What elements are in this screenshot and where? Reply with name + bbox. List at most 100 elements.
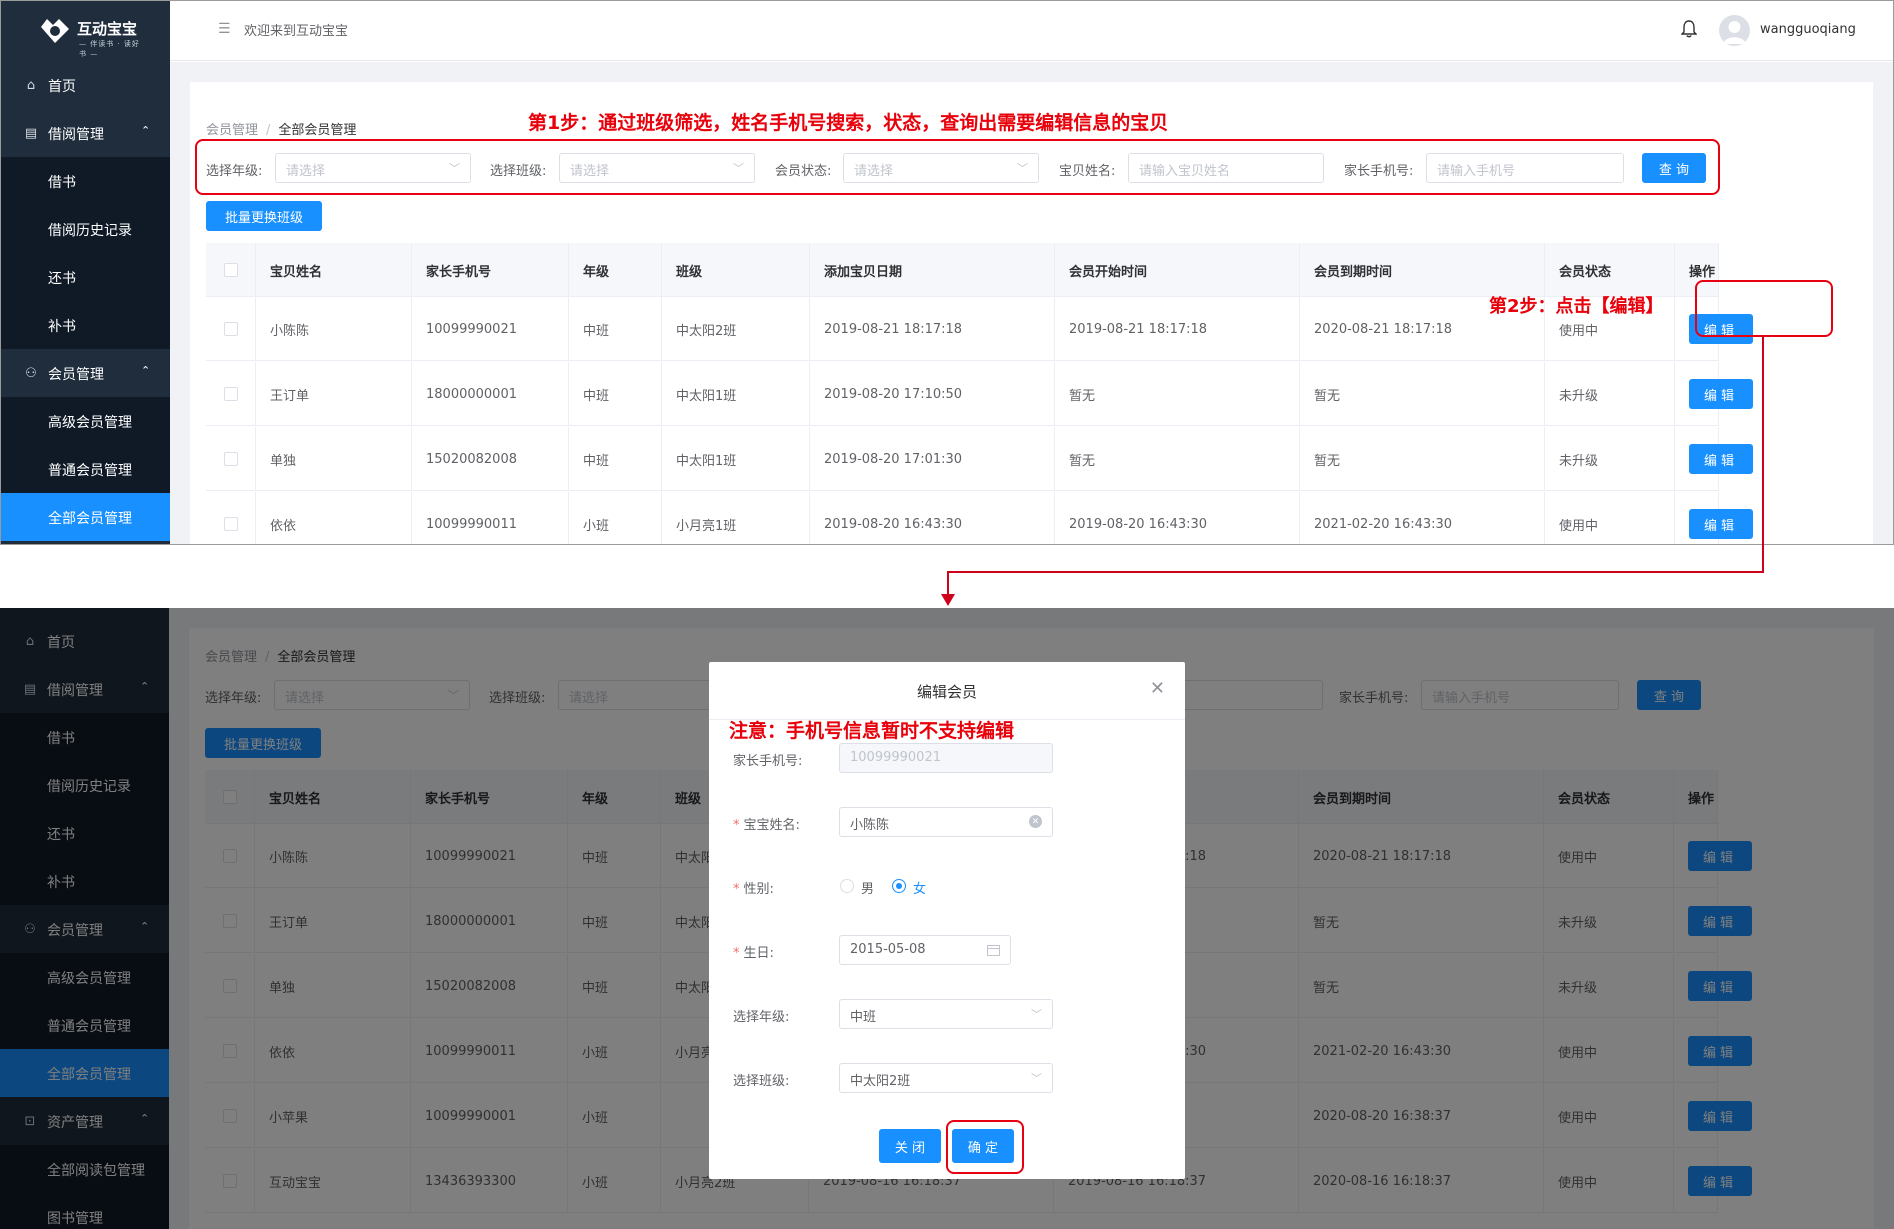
birthday-label: * 生日: — [733, 946, 774, 961]
close-icon[interactable]: ✕ — [1150, 678, 1165, 699]
table-cell: 小班 — [569, 492, 662, 544]
sidebar-item-label: 高级会员管理 — [48, 415, 132, 431]
welcome-text: 欢迎来到互动宝宝 — [244, 24, 349, 39]
sidebar: 互动宝宝 — 伴读书 · 读好书 — ⌂ 首页 ▤ 借阅管理 ⌃ 借书借阅历史记录 还书补书… — [1, 1, 170, 544]
connector-line-horizontal — [947, 571, 1764, 573]
checkbox[interactable] — [223, 517, 238, 531]
dialog-title: 编辑会员 — [916, 683, 977, 701]
sidebar-item[interactable]: ▤ 借阅管理 ⌃ — [1, 109, 170, 157]
column-header: 会员状态 — [1545, 243, 1675, 297]
checkbox[interactable] — [223, 263, 238, 277]
column-header: 班级 — [662, 243, 810, 297]
step2-highlight-box — [1695, 280, 1833, 337]
sidebar-item[interactable]: 还书 — [1, 253, 170, 301]
top-header: ☰ 欢迎来到互动宝宝 wangguoqiang — [170, 1, 1893, 61]
table-cell: 15020082008 — [412, 427, 569, 491]
row-checkbox-cell[interactable] — [206, 297, 256, 361]
phone-label: 家长手机号: — [733, 754, 803, 769]
phone-field-disabled: 10099990021 — [839, 743, 1053, 773]
breadcrumb-current: 全部会员管理 — [278, 123, 357, 138]
table-cell: 小陈陈 — [256, 297, 412, 361]
column-header: 会员开始时间 — [1055, 243, 1300, 297]
logo-text: 互动宝宝 — [77, 20, 138, 38]
sidebar-item[interactable]: 借书 — [1, 157, 170, 205]
table-cell: 王订单 — [256, 362, 412, 426]
class-select[interactable]: 中太阳2班 ﹀ — [839, 1063, 1053, 1093]
gender-male-radio[interactable] — [840, 879, 854, 893]
table-cell: 2021-02-20 16:43:30 — [1300, 492, 1545, 544]
name-label: * 宝宝姓名: — [733, 818, 800, 833]
sidebar-item[interactable]: 补书 — [1, 301, 170, 349]
checkbox[interactable] — [223, 452, 238, 466]
table-row: 依依10099990011小班小月亮1班2019-08-20 16:43:302… — [206, 492, 1753, 544]
edit-button[interactable]: 编辑 — [1689, 444, 1753, 474]
sidebar-item[interactable]: ⌂ 首页 — [1, 61, 170, 109]
table-cell: 中班 — [569, 427, 662, 491]
menu-toggle-icon[interactable]: ☰ — [218, 21, 231, 37]
gender-female-label[interactable]: 女 — [913, 878, 926, 897]
table-cell: 中班 — [569, 297, 662, 361]
batch-change-class-button[interactable]: 批量更换班级 — [206, 201, 322, 231]
logo-mark-icon — [41, 19, 69, 43]
table-cell: 使用中 — [1545, 492, 1675, 544]
grade-select[interactable]: 中班 ﹀ — [839, 999, 1053, 1029]
birthday-date-picker[interactable]: 2015-05-08 — [839, 935, 1011, 965]
member-table: 宝贝姓名家长手机号年级班级添加宝贝日期会员开始时间会员到期时间会员状态操作小陈陈… — [206, 243, 1753, 544]
sidebar-item-label: 借阅管理 — [48, 127, 104, 143]
table-cell: 2019-08-20 17:10:50 — [810, 362, 1055, 426]
table-cell: 2019-08-20 16:43:30 — [810, 492, 1055, 544]
close-button[interactable]: 关 闭 — [879, 1129, 941, 1163]
chevron-down-icon: ﹀ — [1031, 1008, 1042, 1021]
bottom-screenshot: ⌂首页▤借阅管理⌃借书借阅历史记录还书补书⚇会员管理⌃高级会员管理普通会员管理全… — [0, 608, 1894, 1229]
column-header: 家长手机号 — [412, 243, 569, 297]
table-cell: 暂无 — [1055, 362, 1300, 426]
sidebar-item[interactable]: 普通会员管理 — [1, 445, 170, 493]
logo-subtitle: — 伴读书 · 读好书 — — [79, 40, 140, 58]
table-row: 单独15020082008中班中太阳1班2019-08-20 17:01:30暂… — [206, 427, 1753, 491]
sidebar-item-label: 会员管理 — [48, 367, 104, 383]
step2-annotation: 第2步：点击【编辑】 — [1489, 296, 1664, 317]
table-cell: 未升级 — [1545, 427, 1675, 491]
breadcrumb-parent[interactable]: 会员管理 — [206, 123, 258, 138]
row-checkbox-cell[interactable] — [206, 362, 256, 426]
table-cell: 暂无 — [1300, 427, 1545, 491]
clear-icon[interactable]: ✕ — [1029, 815, 1042, 828]
row-checkbox-cell[interactable] — [206, 427, 256, 491]
bell-icon[interactable] — [1681, 20, 1697, 38]
baby-name-field[interactable]: 小陈陈 ✕ — [839, 807, 1053, 837]
sidebar-item[interactable]: 全部会员管理 — [1, 493, 170, 541]
home-icon: ⌂ — [26, 77, 36, 93]
table-cell: 依依 — [256, 492, 412, 544]
sidebar-item-label: 借阅历史记录 — [48, 223, 132, 239]
book-icon: ▤ — [24, 125, 38, 141]
column-header: 添加宝贝日期 — [810, 243, 1055, 297]
sidebar-item[interactable]: ⚇ 会员管理 ⌃ — [1, 349, 170, 397]
arrow-down-icon — [941, 594, 955, 606]
table-cell: 2019-08-21 18:17:18 — [1055, 297, 1300, 361]
main-content: 会员管理 / 全部会员管理 第1步：通过班级筛选，姓名手机号搜索，状态，查询出需要编… — [170, 62, 1893, 544]
sidebar-item-label: 还书 — [48, 271, 76, 287]
checkbox[interactable] — [223, 322, 238, 336]
table-cell: 10099990011 — [412, 492, 569, 544]
row-checkbox-cell[interactable] — [206, 492, 256, 544]
table-cell: 2019-08-20 16:43:30 — [1055, 492, 1300, 544]
gender-female-radio[interactable] — [892, 879, 906, 893]
username[interactable]: wangguoqiang — [1760, 22, 1856, 37]
chevron-up-icon: ⌃ — [141, 124, 151, 137]
avatar[interactable] — [1719, 15, 1750, 46]
column-header: 会员到期时间 — [1300, 243, 1545, 297]
sidebar-item[interactable]: 高级会员管理 — [1, 397, 170, 445]
table-cell: 未升级 — [1545, 362, 1675, 426]
edit-member-dialog: 编辑会员 ✕ 注意：手机号信息暂时不支持编辑 家长手机号: 1009999002… — [709, 662, 1185, 1179]
sidebar-item[interactable]: 借阅历史记录 — [1, 205, 170, 253]
edit-button[interactable]: 编辑 — [1689, 509, 1753, 539]
select-all-checkbox-cell[interactable] — [206, 243, 256, 297]
sidebar-item-label: 全部会员管理 — [48, 511, 132, 527]
checkbox[interactable] — [223, 387, 238, 401]
top-screenshot: 互动宝宝 — 伴读书 · 读好书 — ⌂ 首页 ▤ 借阅管理 ⌃ 借书借阅历史记录 还书补书… — [0, 0, 1894, 545]
sidebar-item-label: 借书 — [48, 175, 76, 191]
edit-button[interactable]: 编辑 — [1689, 379, 1753, 409]
chevron-up-icon: ⌃ — [141, 364, 151, 377]
gender-male-label[interactable]: 男 — [861, 878, 874, 897]
grade-label: 选择年级: — [733, 1010, 790, 1025]
